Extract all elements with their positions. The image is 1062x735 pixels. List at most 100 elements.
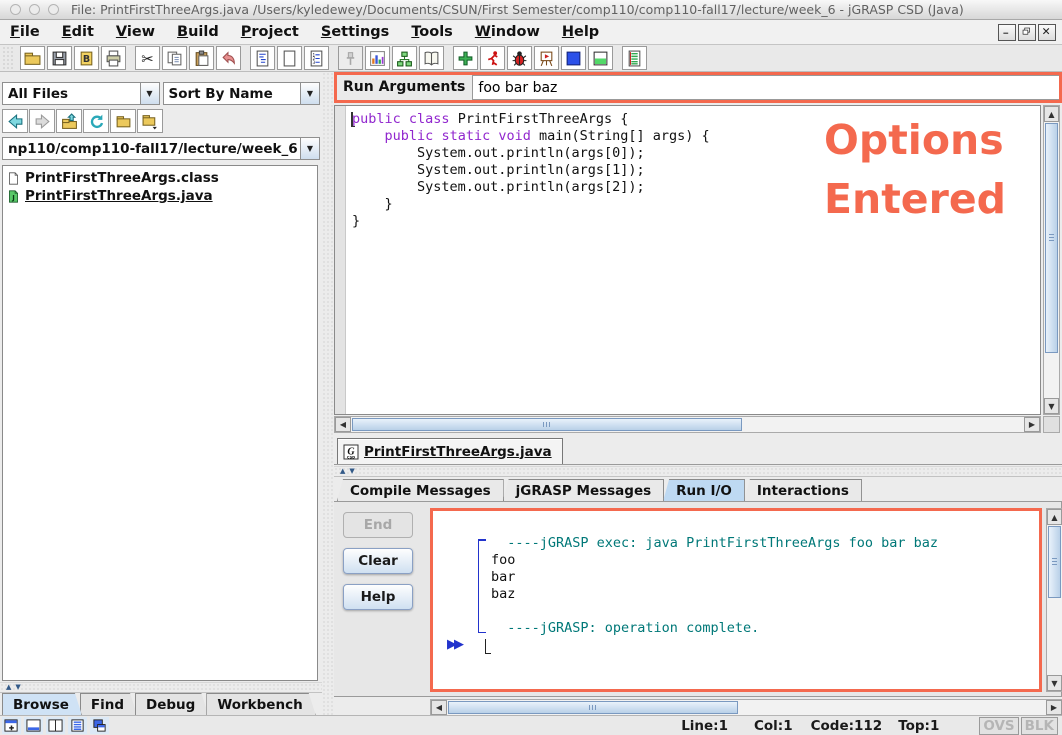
splitter-up-icon[interactable]: ▲: [340, 468, 345, 475]
scrollbar-thumb[interactable]: [1045, 123, 1058, 353]
folder-menu-icon[interactable]: [137, 109, 163, 133]
numbered-doc-icon[interactable]: 123: [304, 46, 329, 70]
console-vertical-scrollbar[interactable]: ▲ ▼: [1046, 508, 1062, 692]
toolbar-drag-handle-icon[interactable]: [2, 46, 14, 70]
uml-tree-icon[interactable]: [392, 46, 417, 70]
tab-workbench[interactable]: Workbench: [206, 693, 315, 715]
editor-vertical-scrollbar[interactable]: ▲ ▼: [1043, 105, 1060, 415]
run-icon[interactable]: [480, 46, 505, 70]
run-applet-icon[interactable]: [534, 46, 559, 70]
copy-icon[interactable]: [162, 46, 187, 70]
menu-edit[interactable]: Edit: [62, 24, 94, 40]
tab-browse[interactable]: Browse: [2, 693, 82, 715]
scroll-down-icon[interactable]: ▼: [1044, 398, 1059, 414]
chevron-down-icon[interactable]: ▼: [300, 138, 319, 159]
split-bottom-icon[interactable]: [24, 717, 43, 734]
restore-button[interactable]: [1018, 24, 1036, 41]
scroll-left-icon[interactable]: ◀: [335, 417, 351, 432]
minimize-button[interactable]: [998, 24, 1016, 41]
undo-icon[interactable]: [216, 46, 241, 70]
dock-window-icon[interactable]: [2, 717, 21, 734]
minimize-circle-icon[interactable]: [29, 4, 40, 15]
console-output[interactable]: ----jGRASP exec: java PrintFirstThreeArg…: [430, 508, 1042, 692]
cascade-windows-icon[interactable]: [90, 717, 109, 734]
editor-tab-bar: GCSD PrintFirstThreeArgs.java: [334, 436, 1062, 465]
scrollbar-thumb[interactable]: [448, 701, 738, 714]
doc-list-icon[interactable]: [68, 717, 87, 734]
menu-project[interactable]: Project: [241, 24, 299, 40]
messages-doc-icon[interactable]: [622, 46, 647, 70]
console-icon[interactable]: [561, 46, 586, 70]
csd-doc-icon[interactable]: [250, 46, 275, 70]
tab-jgrasp-messages[interactable]: jGRASP Messages: [503, 479, 665, 501]
close-circle-icon[interactable]: [10, 4, 21, 15]
run-arguments-input[interactable]: [472, 75, 1059, 100]
up-folder-icon[interactable]: [56, 109, 82, 133]
documentation-book-icon[interactable]: [419, 46, 444, 70]
console-horizontal-scrollbar[interactable]: ◀ ▶: [430, 699, 1062, 716]
tab-interactions[interactable]: Interactions: [744, 479, 862, 501]
print-icon[interactable]: [101, 46, 126, 70]
back-icon[interactable]: [2, 109, 28, 133]
code-area[interactable]: public class PrintFirstThreeArgs { publi…: [346, 106, 1040, 414]
scrollbar-thumb[interactable]: [352, 418, 742, 431]
plain-doc-icon[interactable]: [277, 46, 302, 70]
file-list-item[interactable]: PrintFirstThreeArgs.class: [5, 169, 315, 187]
scrollbar-thumb[interactable]: [1048, 526, 1061, 598]
save-icon[interactable]: [47, 46, 72, 70]
open-folder-icon[interactable]: [20, 46, 45, 70]
file-list: PrintFirstThreeArgs.classJPrintFirstThre…: [2, 165, 318, 681]
splitter-down-icon[interactable]: ▼: [15, 684, 20, 691]
debug-bug-icon[interactable]: [507, 46, 532, 70]
panel-splitter[interactable]: [322, 72, 334, 715]
menu-tools[interactable]: Tools: [411, 24, 453, 40]
close-button[interactable]: [1038, 24, 1056, 41]
tab-run-i-o[interactable]: Run I/O: [663, 479, 745, 501]
chevron-down-icon[interactable]: ▼: [300, 83, 319, 104]
menu-file[interactable]: File: [10, 24, 40, 40]
scroll-down-icon[interactable]: ▼: [1047, 675, 1062, 691]
scroll-right-icon[interactable]: ▶: [1024, 417, 1040, 432]
chevron-down-icon[interactable]: ▼: [140, 83, 159, 104]
menu-settings[interactable]: Settings: [321, 24, 389, 40]
toggle-blk[interactable]: BLK: [1021, 717, 1058, 735]
thumb-grip-icon: [543, 422, 550, 427]
tab-debug[interactable]: Debug: [135, 693, 208, 715]
scroll-up-icon[interactable]: ▲: [1047, 509, 1062, 525]
sort-dropdown[interactable]: Sort By Name ▼: [163, 82, 321, 105]
menu-view[interactable]: View: [116, 24, 155, 40]
help-button[interactable]: Help: [343, 584, 413, 610]
splitter-up-icon[interactable]: ▲: [6, 684, 11, 691]
clear-button[interactable]: Clear: [343, 548, 413, 574]
code-editor[interactable]: public class PrintFirstThreeArgs { publi…: [334, 105, 1041, 415]
tab-find[interactable]: Find: [80, 693, 137, 715]
refresh-icon[interactable]: [83, 109, 109, 133]
scroll-right-icon[interactable]: ▶: [1046, 700, 1062, 715]
editor-tab[interactable]: GCSD PrintFirstThreeArgs.java: [337, 438, 563, 464]
cut-icon[interactable]: ✂: [135, 46, 160, 70]
path-dropdown[interactable]: np110/comp110-fall17/lecture/week_6 ▼: [2, 137, 320, 160]
scroll-up-icon[interactable]: ▲: [1044, 106, 1059, 122]
browser-splitter[interactable]: ▲▼: [0, 682, 322, 693]
menu-window[interactable]: Window: [475, 24, 540, 40]
traffic-light-buttons[interactable]: [0, 4, 71, 15]
file-filter-dropdown[interactable]: All Files ▼: [2, 82, 160, 105]
folder-icon[interactable]: [110, 109, 136, 133]
browse-doc-icon[interactable]: B: [74, 46, 99, 70]
toggle-ovs[interactable]: OVS: [979, 717, 1018, 735]
file-list-item[interactable]: JPrintFirstThreeArgs.java: [5, 187, 315, 205]
editor-horizontal-scrollbar[interactable]: ◀ ▶: [334, 416, 1041, 433]
cpg-chart-icon[interactable]: [365, 46, 390, 70]
splitter-down-icon[interactable]: ▼: [349, 468, 354, 475]
tab-compile-messages[interactable]: Compile Messages: [337, 479, 504, 501]
thumb-grip-icon: [1049, 234, 1054, 241]
viewer-icon[interactable]: [588, 46, 613, 70]
paste-icon[interactable]: [189, 46, 214, 70]
menu-help[interactable]: Help: [562, 24, 599, 40]
compile-icon[interactable]: [453, 46, 478, 70]
menu-build[interactable]: Build: [177, 24, 219, 40]
split-vertical-icon[interactable]: [46, 717, 65, 734]
scroll-left-icon[interactable]: ◀: [431, 700, 447, 715]
zoom-circle-icon[interactable]: [48, 4, 59, 15]
editor-output-splitter[interactable]: ▲▼: [334, 466, 1062, 477]
